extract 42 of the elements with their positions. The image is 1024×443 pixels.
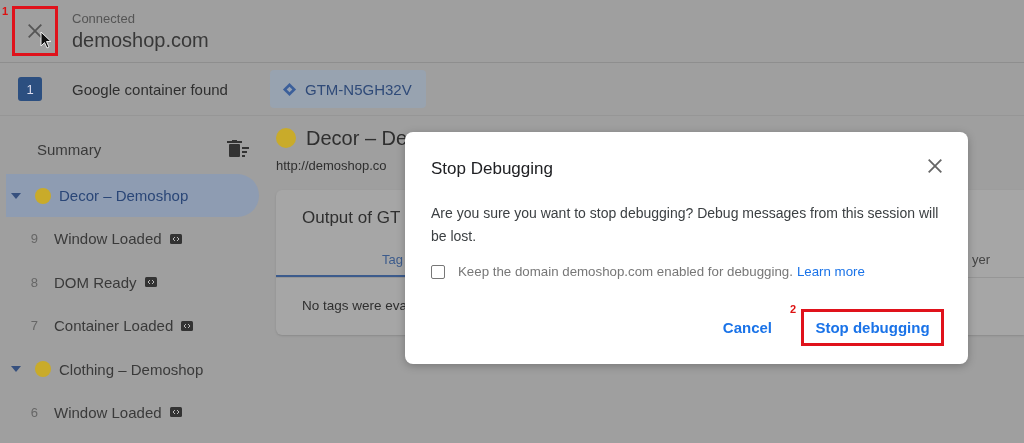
diamond-icon: [282, 81, 297, 97]
close-button[interactable]: [926, 157, 944, 175]
code-icon: [169, 233, 182, 244]
connection-status: Connected: [72, 10, 136, 26]
close-icon: [926, 157, 944, 175]
trash-icon: [227, 140, 249, 158]
dialog-title: Stop Debugging: [431, 159, 553, 179]
event-item[interactable]: Container Loaded: [54, 317, 174, 335]
event-item[interactable]: Window Loaded: [54, 403, 162, 421]
code-icon: [181, 320, 194, 331]
domain-title: demoshop.com: [72, 28, 209, 52]
event-number: 6: [29, 404, 38, 420]
close-button[interactable]: [12, 6, 58, 56]
card-title: Output of GT: [302, 207, 401, 229]
event-item[interactable]: Window Loaded: [54, 230, 162, 248]
learn-more-link[interactable]: Learn more: [796, 264, 865, 279]
container-label: Google container found: [72, 80, 229, 98]
checkbox[interactable]: [431, 264, 445, 279]
status-dot: [276, 128, 296, 148]
event-group-item[interactable]: Clothing – Demoshop: [6, 347, 259, 391]
code-icon: [169, 407, 182, 418]
event-number: 7: [29, 318, 38, 334]
cursor-icon: [40, 31, 52, 49]
tab[interactable]: yer: [971, 243, 990, 277]
event-group-item[interactable]: Decor – Demoshop: [6, 174, 259, 217]
event-number: 9: [29, 231, 38, 247]
callout-number: 2: [790, 303, 797, 315]
cancel-button[interactable]: Cancel: [709, 309, 785, 346]
dialog-message: Are you sure you want to stop debugging? Debug messages from this session will be lost.: [431, 204, 940, 246]
stop-debugging-button[interactable]: Stop debugging: [801, 309, 944, 346]
summary-label: Summary: [37, 140, 102, 158]
clear-button[interactable]: [227, 140, 249, 158]
event-title: Decor – De: [306, 126, 408, 150]
checkbox-label: Keep the domain demoshop.com enabled for debugging.: [458, 264, 793, 279]
callout-number: 1: [2, 5, 9, 17]
code-icon: [144, 277, 157, 288]
count-badge: 1: [18, 77, 42, 101]
container-chip[interactable]: GTM-N5GH32V: [270, 70, 426, 108]
close-icon: [26, 22, 44, 40]
event-number: 8: [29, 274, 38, 290]
event-item[interactable]: DOM Ready: [54, 273, 137, 291]
page-url: http://demoshop.co: [276, 158, 387, 173]
